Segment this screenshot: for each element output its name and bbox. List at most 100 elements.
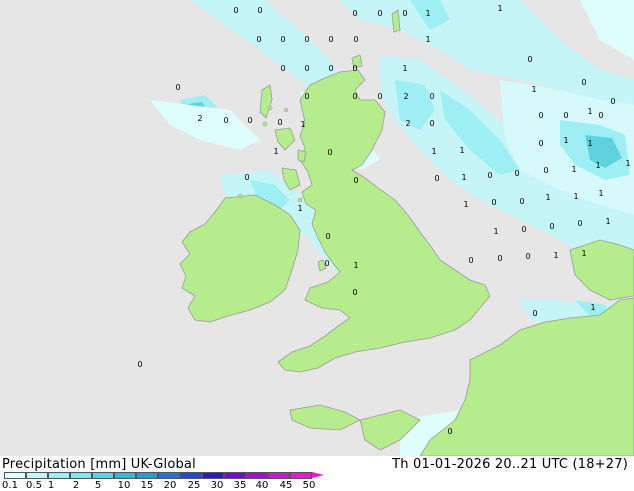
precip-label: 0 xyxy=(543,166,548,175)
precip-label: 1 xyxy=(425,35,430,44)
precip-label: 1 xyxy=(571,165,576,174)
precip-label: 1 xyxy=(493,227,498,236)
product-title: Precipitation [mm] UK-Global xyxy=(2,457,196,472)
precip-label: 0 xyxy=(610,97,615,106)
precip-label: 0 xyxy=(328,64,333,73)
precip-label: 0 xyxy=(277,118,282,127)
legend-swatch xyxy=(290,472,312,479)
legend-tick-label: 25 xyxy=(187,480,201,491)
precip-label: 0 xyxy=(447,427,452,436)
precip-label: 0 xyxy=(402,9,407,18)
precip-label: 1 xyxy=(553,251,558,260)
legend-arrow-tip xyxy=(312,472,324,478)
precip-label: 1 xyxy=(573,192,578,201)
precip-label: 1 xyxy=(531,85,536,94)
legend-tick-label: 50 xyxy=(302,480,316,491)
precip-label: 1 xyxy=(425,9,430,18)
precip-label: 2 xyxy=(405,119,410,128)
precip-label: 0 xyxy=(352,288,357,297)
legend-swatch xyxy=(48,472,70,479)
precip-label: 0 xyxy=(247,116,252,125)
precip-label: 1 xyxy=(497,4,502,13)
precip-label: 0 xyxy=(527,55,532,64)
precip-label: 0 xyxy=(532,309,537,318)
precip-label: 0 xyxy=(491,198,496,207)
legend-swatch xyxy=(224,472,246,479)
legend-swatch xyxy=(136,472,158,479)
precip-label: 1 xyxy=(545,193,550,202)
precip-label: 0 xyxy=(352,9,357,18)
legend-swatch xyxy=(268,472,290,479)
legend-swatch xyxy=(70,472,92,479)
legend-swatch xyxy=(114,472,136,479)
precip-label: 2 xyxy=(403,92,408,101)
precip-label: 1 xyxy=(463,200,468,209)
precip-label: 0 xyxy=(497,254,502,263)
precip-label: 1 xyxy=(590,303,595,312)
precip-label: 0 xyxy=(244,173,249,182)
precip-label: 0 xyxy=(324,259,329,268)
precip-label: 0 xyxy=(581,78,586,87)
legend-tick-label: 0.1 xyxy=(2,480,18,491)
legend-swatch xyxy=(26,472,48,479)
precip-label: 1 xyxy=(461,173,466,182)
legend-swatch xyxy=(92,472,114,479)
precip-label: 0 xyxy=(577,219,582,228)
legend-tick-label: 20 xyxy=(163,480,177,491)
precip-label: 1 xyxy=(273,147,278,156)
legend-tick-label: 30 xyxy=(210,480,224,491)
precip-label: 0 xyxy=(434,174,439,183)
precip-label: 1 xyxy=(431,147,436,156)
precip-label: 0 xyxy=(304,64,309,73)
precip-label: 0 xyxy=(353,35,358,44)
precip-label: 0 xyxy=(257,6,262,15)
precip-label: 1 xyxy=(563,136,568,145)
precip-label: 1 xyxy=(300,120,305,129)
precip-label: 0 xyxy=(137,360,142,369)
precip-label: 0 xyxy=(377,9,382,18)
precipitation-map: 0 0 0 0 0 1 1 0 0 0 0 0 1 0 0 0 0 1 0 0 0 0 0 0 2 0 1 0 2 0 0 0 1 2 0 0 0 1 0 1… xyxy=(0,0,634,456)
precip-label: 0 xyxy=(487,171,492,180)
precip-label: 1 xyxy=(625,159,630,168)
precip-label: 2 xyxy=(197,114,202,123)
legend-tick-label: 45 xyxy=(279,480,293,491)
precip-label: 0 xyxy=(468,256,473,265)
precip-label: 0 xyxy=(233,6,238,15)
precip-label: 0 xyxy=(175,83,180,92)
precip-label: 0 xyxy=(352,64,357,73)
legend-swatch xyxy=(180,472,202,479)
precip-label: 0 xyxy=(280,64,285,73)
precip-label: 0 xyxy=(377,92,382,101)
precip-label: 0 xyxy=(328,35,333,44)
legend-swatch xyxy=(158,472,180,479)
precip-label: 1 xyxy=(297,204,302,213)
precip-label: 0 xyxy=(429,119,434,128)
legend-tick-label: 5 xyxy=(94,480,102,491)
precip-label: 0 xyxy=(514,169,519,178)
precip-label: 1 xyxy=(459,146,464,155)
precip-label: 1 xyxy=(605,217,610,226)
legend-tick-label: 40 xyxy=(255,480,269,491)
precip-label: 0 xyxy=(521,225,526,234)
precip-label: 0 xyxy=(538,111,543,120)
legend-tick-label: 35 xyxy=(233,480,247,491)
precip-label: 0 xyxy=(327,148,332,157)
precip-label: 1 xyxy=(402,64,407,73)
precip-label: 0 xyxy=(429,92,434,101)
legend-swatch xyxy=(4,472,26,479)
precip-label: 0 xyxy=(563,111,568,120)
legend-tick-label: 2 xyxy=(72,480,80,491)
legend-swatch xyxy=(246,472,268,479)
precip-label: 1 xyxy=(581,249,586,258)
precip-label: 0 xyxy=(353,176,358,185)
precip-label: 0 xyxy=(256,35,261,44)
precip-label: 0 xyxy=(304,92,309,101)
precip-label: 0 xyxy=(538,139,543,148)
legend-tick-label: 1 xyxy=(47,480,55,491)
precip-label: 0 xyxy=(280,35,285,44)
precip-label: 0 xyxy=(549,222,554,231)
precip-label: 0 xyxy=(325,232,330,241)
footer-bar: Precipitation [mm] UK-Global Th 01-01-20… xyxy=(0,456,634,491)
precip-label: 1 xyxy=(598,189,603,198)
precip-label: 0 xyxy=(519,197,524,206)
